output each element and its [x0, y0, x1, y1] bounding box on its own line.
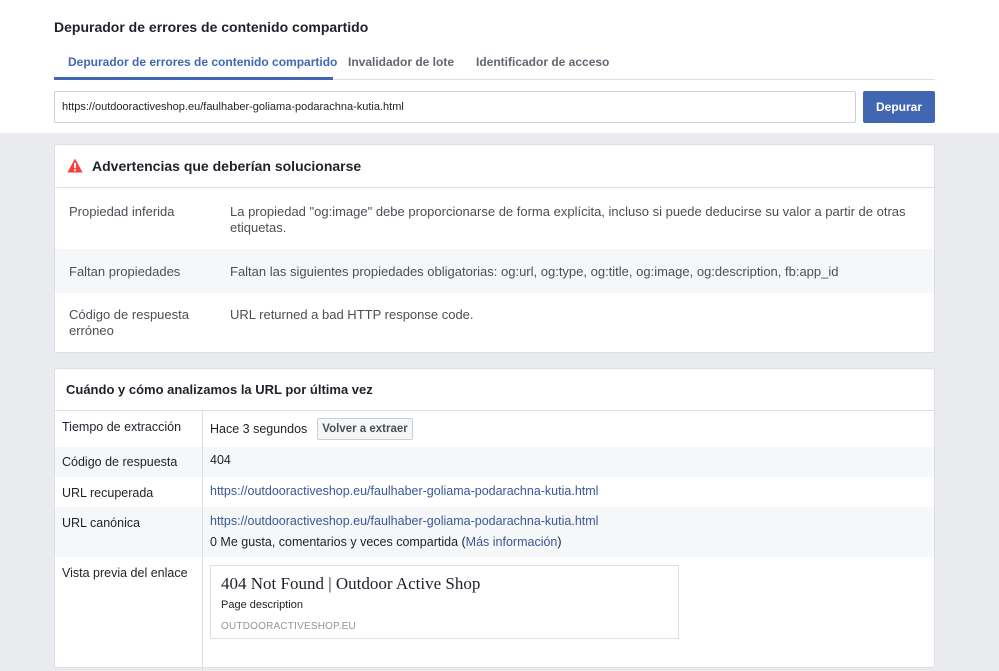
preview-description: Page description	[221, 599, 303, 611]
debug-button[interactable]: Depurar	[863, 91, 935, 123]
canonical-url-row: URL canónica https://outdooractiveshop.e…	[55, 507, 934, 557]
tab-batch-invalidator[interactable]: Invalidador de lote	[348, 55, 454, 69]
canonical-url-label: URL canónica	[62, 516, 141, 530]
analysis-title: Cuándo y cómo analizamos la URL por últi…	[66, 382, 373, 397]
warnings-header: Advertencias que deberían solucionarse	[55, 145, 934, 188]
response-code-row: Código de respuesta 404	[55, 447, 934, 477]
warning-value: URL returned a bad HTTP response code.	[230, 307, 474, 322]
analysis-panel: Cuándo y cómo analizamos la URL por últi…	[54, 368, 935, 671]
top-bar: Depurador de errores de contenido compar…	[0, 0, 999, 133]
page-title: Depurador de errores de contenido compar…	[54, 19, 369, 35]
engagement-stats-text: 0 Me gusta, comentarios y veces comparti…	[210, 535, 466, 549]
warning-value: La propiedad "og:image" debe proporciona…	[230, 204, 906, 235]
preview-domain: OUTDOORACTIVESHOP.EU	[221, 621, 356, 632]
warnings-panel: Advertencias que deberían solucionarse P…	[54, 144, 935, 353]
response-code-label: Código de respuesta	[62, 455, 178, 469]
fetch-time-row: Tiempo de extracción Hace 3 segundos Vol…	[55, 411, 934, 447]
more-info-link[interactable]: Más información	[466, 535, 558, 549]
warning-label: Propiedad inferida	[69, 204, 175, 219]
warning-triangle-icon	[67, 158, 83, 173]
link-preview-row: Vista previa del enlace 404 Not Found | …	[55, 557, 934, 647]
active-tab-indicator	[54, 77, 333, 80]
link-preview-card[interactable]: 404 Not Found | Outdoor Active Shop Page…	[210, 565, 679, 639]
warnings-title: Advertencias que deberían solucionarse	[92, 158, 362, 174]
column-divider	[202, 411, 203, 671]
tab-sharing-debugger[interactable]: Depurador de errores de contenido compar…	[68, 55, 337, 69]
refetch-button[interactable]: Volver a extraer	[317, 418, 413, 440]
tab-bar: Depurador de errores de contenido compar…	[54, 44, 935, 80]
warning-row: Propiedad inferida La propiedad "og:imag…	[55, 188, 934, 249]
warning-label: Código de respuesta erróneo	[69, 307, 189, 338]
warning-row: Código de respuesta erróneo URL returned…	[55, 293, 934, 353]
fetched-url-label: URL recuperada	[62, 486, 154, 500]
fetched-url-row: URL recuperada https://outdooractiveshop…	[55, 477, 934, 507]
analysis-header: Cuándo y cómo analizamos la URL por últi…	[55, 369, 934, 411]
link-preview-label: Vista previa del enlace	[62, 566, 188, 580]
fetch-time-label: Tiempo de extracción	[62, 420, 182, 434]
warning-row: Faltan propiedades Faltan las siguientes…	[55, 249, 934, 293]
canonical-url-link[interactable]: https://outdooractiveshop.eu/faulhaber-g…	[210, 514, 598, 528]
preview-title: 404 Not Found | Outdoor Active Shop	[221, 574, 481, 593]
url-input[interactable]	[54, 91, 856, 123]
fetch-time-value: Hace 3 segundos	[210, 422, 308, 436]
response-code-value: 404	[210, 453, 231, 467]
tab-access-token-debugger[interactable]: Identificador de acceso	[476, 55, 609, 69]
warning-value: Faltan las siguientes propiedades obliga…	[230, 264, 839, 279]
warning-label: Faltan propiedades	[69, 264, 181, 279]
fetched-url-link[interactable]: https://outdooractiveshop.eu/faulhaber-g…	[210, 484, 598, 498]
engagement-stats-suffix: )	[557, 535, 562, 549]
engagement-stats: 0 Me gusta, comentarios y veces comparti…	[210, 535, 562, 549]
